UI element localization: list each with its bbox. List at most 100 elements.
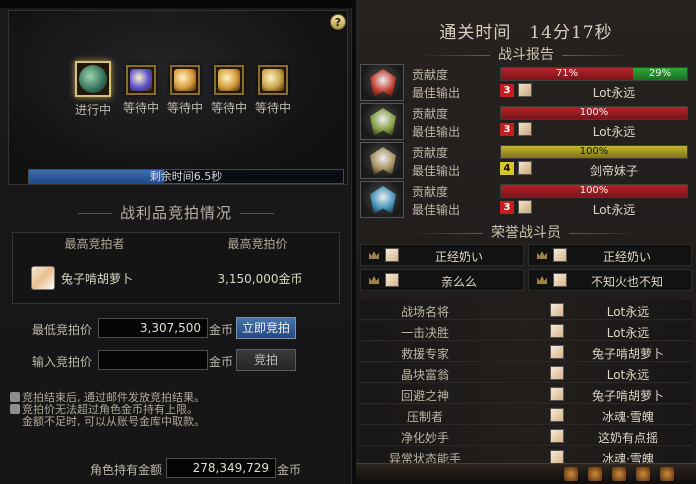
party-number-badge: 3 — [500, 84, 514, 97]
contribution-segment: 100% — [501, 185, 687, 197]
bottom-toolbar — [356, 463, 696, 484]
loot-slot[interactable]: 进行中 — [69, 61, 117, 118]
class-mask-icon — [370, 186, 396, 214]
honor-player: 正经奶い — [360, 244, 524, 266]
award-player-name: Lot永远 — [606, 305, 650, 319]
award-row: 回避之神 兔子啃胡萝卜 — [360, 384, 692, 404]
toolbar-icon[interactable] — [612, 467, 626, 481]
contribution-label: 贡献度 — [412, 68, 449, 82]
loot-slots-box: 进行中 等待中 等待中 等待中 等待中 剩余时间6.5秒 — [8, 10, 348, 185]
panel-header-strip — [0, 0, 352, 8]
best-output-name: Lot永远 — [592, 86, 636, 100]
player-report-card: 贡献度最佳输出 100% 4 剑帝妹子 — [360, 142, 692, 179]
award-avatar — [550, 429, 564, 443]
character-gold-label: 角色持有金额 — [90, 463, 163, 477]
best-output-avatar — [518, 83, 532, 97]
bid-amount-input[interactable] — [98, 350, 208, 370]
toolbar-icon[interactable] — [564, 467, 578, 481]
loot-item-icon — [262, 69, 284, 91]
award-title: 战场名将 — [400, 305, 449, 319]
highest-bid-table: 最高竞拍者 最高竞拍价 兔子啃胡萝卜 3,150,000金币 — [12, 232, 340, 304]
loot-slot[interactable]: 等待中 — [161, 65, 209, 116]
loot-slot-frame — [170, 65, 200, 95]
bid-button[interactable]: 竞拍 — [236, 349, 296, 371]
award-avatar — [550, 324, 564, 338]
player-report-card: 贡献度 最佳输出 100% 3 Lot永远 — [360, 181, 692, 218]
battle-report-title: 战斗报告 — [356, 44, 696, 64]
input-bid-label: 输入竞拍价 — [32, 355, 93, 369]
honor-grid: 正经奶い 正经奶い 亲么么 不知火也不知 — [360, 244, 692, 292]
award-player-name: 冰魂·雪魄 — [602, 410, 654, 424]
award-title: 一击决胜 — [400, 326, 449, 340]
best-output-name: Lot永远 — [592, 125, 636, 139]
award-title: 救援专家 — [400, 347, 449, 361]
toolbar-icon[interactable] — [660, 467, 674, 481]
player-portrait — [360, 181, 404, 218]
clear-time: 通关时间 14分17秒 — [439, 23, 613, 43]
award-list: 战场名将 Lot永远 一击决胜 Lot永远 救援专家 兔子啃胡萝卜 晶块富翁 Lot永远 回避之… — [360, 300, 692, 468]
award-title: 净化妙手 — [400, 431, 449, 445]
class-mask-icon — [370, 108, 396, 136]
bidder-name: 兔子啃胡萝卜 — [61, 271, 134, 286]
loot-item-icon — [218, 69, 240, 91]
contribution-bar: 100% — [500, 106, 688, 120]
loot-slot-status: 进行中 — [74, 103, 111, 117]
crown-icon — [369, 276, 379, 284]
battle-report-panel: 通关时间 14分17秒 战斗报告 贡献度 最佳输出 71% 29% 3 Lot永远 贡献度最… — [356, 0, 696, 484]
input-bid-row: 输入竞拍价 金币 竞拍 — [0, 349, 352, 372]
info-bullet-icon — [10, 392, 20, 402]
character-gold-value: 278,349,729 — [166, 458, 276, 478]
loot-slot[interactable]: 等待中 — [249, 65, 297, 116]
award-row: 晶块富翁 Lot永远 — [360, 363, 692, 383]
best-output-avatar — [518, 161, 532, 175]
contribution-segment: 71% — [501, 68, 634, 80]
toolbar-icon[interactable] — [588, 467, 602, 481]
col-highest-price: 最高竞拍价 — [227, 237, 288, 251]
contribution-label: 贡献度 — [412, 146, 449, 160]
award-player-name: 这奶有点摇 — [597, 431, 658, 445]
loot-slot-frame — [214, 65, 244, 95]
player-portrait — [360, 103, 404, 140]
contribution-bar: 71% 29% — [500, 67, 688, 81]
award-avatar — [550, 450, 564, 464]
loot-item-icon — [130, 69, 152, 91]
honor-avatar — [385, 248, 399, 262]
award-row: 战场名将 Lot永远 — [360, 300, 692, 320]
toolbar-icon[interactable] — [636, 467, 650, 481]
highest-bid-header: 最高竞拍者 最高竞拍价 — [13, 233, 339, 255]
loot-slot[interactable]: 等待中 — [117, 65, 165, 116]
best-output-label: 最佳输出 — [412, 86, 461, 100]
best-output-name: 剑帝妹子 — [589, 164, 638, 178]
award-player-name: Lot永远 — [606, 368, 650, 382]
award-row: 净化妙手 这奶有点摇 — [360, 426, 692, 446]
best-output-label: 最佳输出 — [412, 164, 461, 178]
loot-slot-frame — [126, 65, 156, 95]
best-output-label: 最佳输出 — [412, 125, 461, 139]
contribution-bar: 100% — [500, 184, 688, 198]
min-bid-value: 3,307,500 — [98, 318, 208, 338]
class-mask-icon — [370, 69, 396, 97]
best-output-avatar — [518, 200, 532, 214]
loot-slot-status: 等待中 — [254, 101, 291, 115]
instant-bid-button[interactable]: 立即竞拍 — [236, 317, 296, 339]
contribution-bar: 100% — [500, 145, 688, 159]
crown-icon — [369, 251, 379, 259]
best-output-label: 最佳输出 — [412, 203, 461, 217]
loot-slot[interactable]: 等待中 — [205, 65, 253, 116]
contribution-label: 贡献度 — [412, 185, 449, 199]
honor-player-name: 正经奶い — [602, 250, 651, 264]
award-title: 晶块富翁 — [400, 368, 449, 382]
note-line: 金额不足时, 可以从账号金库中取款。 — [22, 415, 205, 428]
crown-icon — [537, 276, 547, 284]
award-avatar — [550, 408, 564, 422]
best-output-name: Lot永远 — [592, 203, 636, 217]
loot-auction-panel: 进行中 等待中 等待中 等待中 等待中 剩余时间6.5秒 ? 战利品竞拍情况 最高竞拍者… — [0, 0, 352, 484]
award-avatar — [550, 345, 564, 359]
auction-status-title: 战利品竞拍情况 — [0, 202, 352, 223]
class-mask-icon — [370, 147, 396, 175]
player-portrait — [360, 64, 404, 101]
help-icon[interactable]: ? — [330, 14, 346, 30]
award-title: 回避之神 — [400, 389, 449, 403]
highest-bid-row: 兔子啃胡萝卜 3,150,000金币 — [13, 255, 339, 301]
party-number-badge: 4 — [500, 162, 514, 175]
